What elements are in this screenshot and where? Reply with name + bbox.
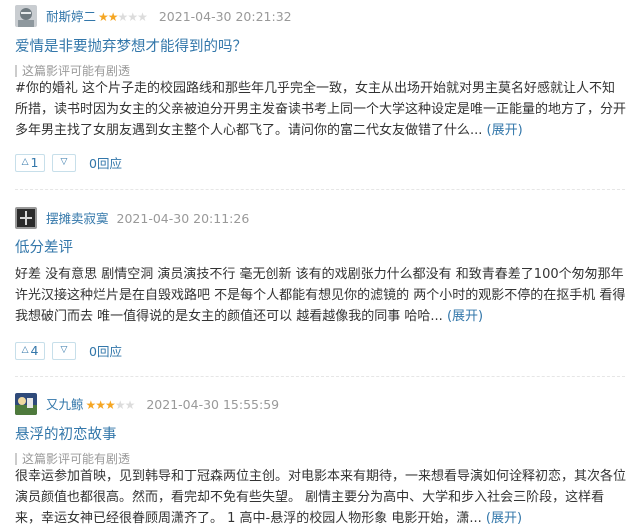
review-content: #你的婚礼 这个片子走的校园路线和那些年几乎完全一致，女主从出场开始就对男主莫名… bbox=[15, 78, 628, 141]
useful-count: 4 bbox=[30, 343, 39, 358]
review-content: 很幸运参加首映，见到韩导和丁冠森两位主创。对电影本来有期待，一来想看导演如何诠释… bbox=[15, 466, 628, 529]
useful-button[interactable]: △ 4 bbox=[15, 341, 45, 360]
rating-stars: ★ ★ ★ ★ ★ bbox=[85, 396, 136, 414]
spoiler-warning: 这篇影评可能有剧透 bbox=[15, 450, 130, 467]
review-actions: △ 4 ▽ 0回应 bbox=[15, 341, 122, 360]
review-title[interactable]: 低分差评 bbox=[15, 236, 73, 257]
review-time: 2021-04-30 15:55:59 bbox=[146, 397, 280, 412]
star-empty-icon: ★ bbox=[114, 398, 126, 412]
review-content: 好差 没有意思 剧情空洞 演员演技不行 毫无创新 该有的戏剧张力什么都没有 和致… bbox=[15, 264, 628, 327]
useless-button[interactable]: ▽ bbox=[52, 341, 76, 360]
review-text: 好差 没有意思 剧情空洞 演员演技不行 毫无创新 该有的戏剧张力什么都没有 和致… bbox=[15, 267, 626, 324]
star-filled-icon: ★ bbox=[95, 398, 106, 412]
triangle-up-icon: △ bbox=[21, 157, 29, 167]
review-text: 很幸运参加首映，见到韩导和丁冠森两位主创。对电影本来有期待，一来想看导演如何诠释… bbox=[15, 469, 627, 526]
divider bbox=[15, 189, 625, 190]
review-time: 2021-04-30 20:21:32 bbox=[158, 9, 292, 24]
author-link[interactable]: 摆摊卖寂寞 bbox=[46, 210, 109, 228]
useful-count: 1 bbox=[30, 155, 39, 170]
expand-link[interactable]: (展开) bbox=[486, 511, 522, 526]
triangle-up-icon: △ bbox=[21, 345, 29, 355]
review-time: 2021-04-30 20:11:26 bbox=[116, 211, 250, 226]
author-link[interactable]: 又九鲸 bbox=[46, 396, 84, 414]
useless-button[interactable]: ▽ bbox=[52, 153, 76, 172]
star-empty-icon: ★ bbox=[124, 398, 136, 412]
rating-stars: ★ ★ ★ ★ ★ bbox=[98, 8, 148, 26]
star-empty-icon: ★ bbox=[137, 10, 148, 24]
divider bbox=[15, 376, 625, 377]
review-title[interactable]: 悬浮的初恋故事 bbox=[15, 423, 117, 444]
review-meta: 耐斯婷二 ★ ★ ★ ★ ★ 2021-04-30 20:21:32 bbox=[46, 8, 292, 26]
triangle-down-icon: ▽ bbox=[60, 157, 68, 167]
star-empty-icon: ★ bbox=[127, 10, 138, 24]
author-link[interactable]: 耐斯婷二 bbox=[46, 8, 96, 26]
star-empty-icon: ★ bbox=[117, 10, 129, 24]
avatar[interactable] bbox=[15, 393, 37, 415]
spoiler-bar bbox=[15, 452, 17, 465]
useful-button[interactable]: △ 1 bbox=[15, 153, 45, 172]
avatar[interactable] bbox=[15, 5, 37, 27]
expand-link[interactable]: (展开) bbox=[447, 309, 483, 324]
star-filled-icon: ★ bbox=[98, 10, 109, 24]
reply-link[interactable]: 0回应 bbox=[89, 341, 122, 360]
avatar[interactable] bbox=[15, 207, 37, 229]
review-meta: 摆摊卖寂寞 2021-04-30 20:11:26 bbox=[46, 210, 249, 228]
star-filled-icon: ★ bbox=[107, 10, 119, 24]
star-filled-icon: ★ bbox=[85, 398, 97, 412]
review-text: #你的婚礼 这个片子走的校园路线和那些年几乎完全一致，女主从出场开始就对男主莫名… bbox=[15, 81, 627, 138]
spoiler-text: 这篇影评可能有剧透 bbox=[22, 64, 131, 78]
spoiler-text: 这篇影评可能有剧透 bbox=[22, 452, 131, 466]
star-filled-icon: ★ bbox=[105, 398, 116, 412]
review-meta: 又九鲸 ★ ★ ★ ★ ★ 2021-04-30 15:55:59 bbox=[46, 396, 279, 414]
spoiler-warning: 这篇影评可能有剧透 bbox=[15, 62, 130, 79]
expand-link[interactable]: (展开) bbox=[487, 123, 523, 138]
review-actions: △ 1 ▽ 0回应 bbox=[15, 153, 122, 172]
spoiler-bar bbox=[15, 64, 17, 77]
triangle-down-icon: ▽ bbox=[60, 345, 68, 355]
review-title[interactable]: 爱情是非要抛弃梦想才能得到的吗？ bbox=[15, 35, 247, 56]
reply-link[interactable]: 0回应 bbox=[89, 153, 122, 172]
